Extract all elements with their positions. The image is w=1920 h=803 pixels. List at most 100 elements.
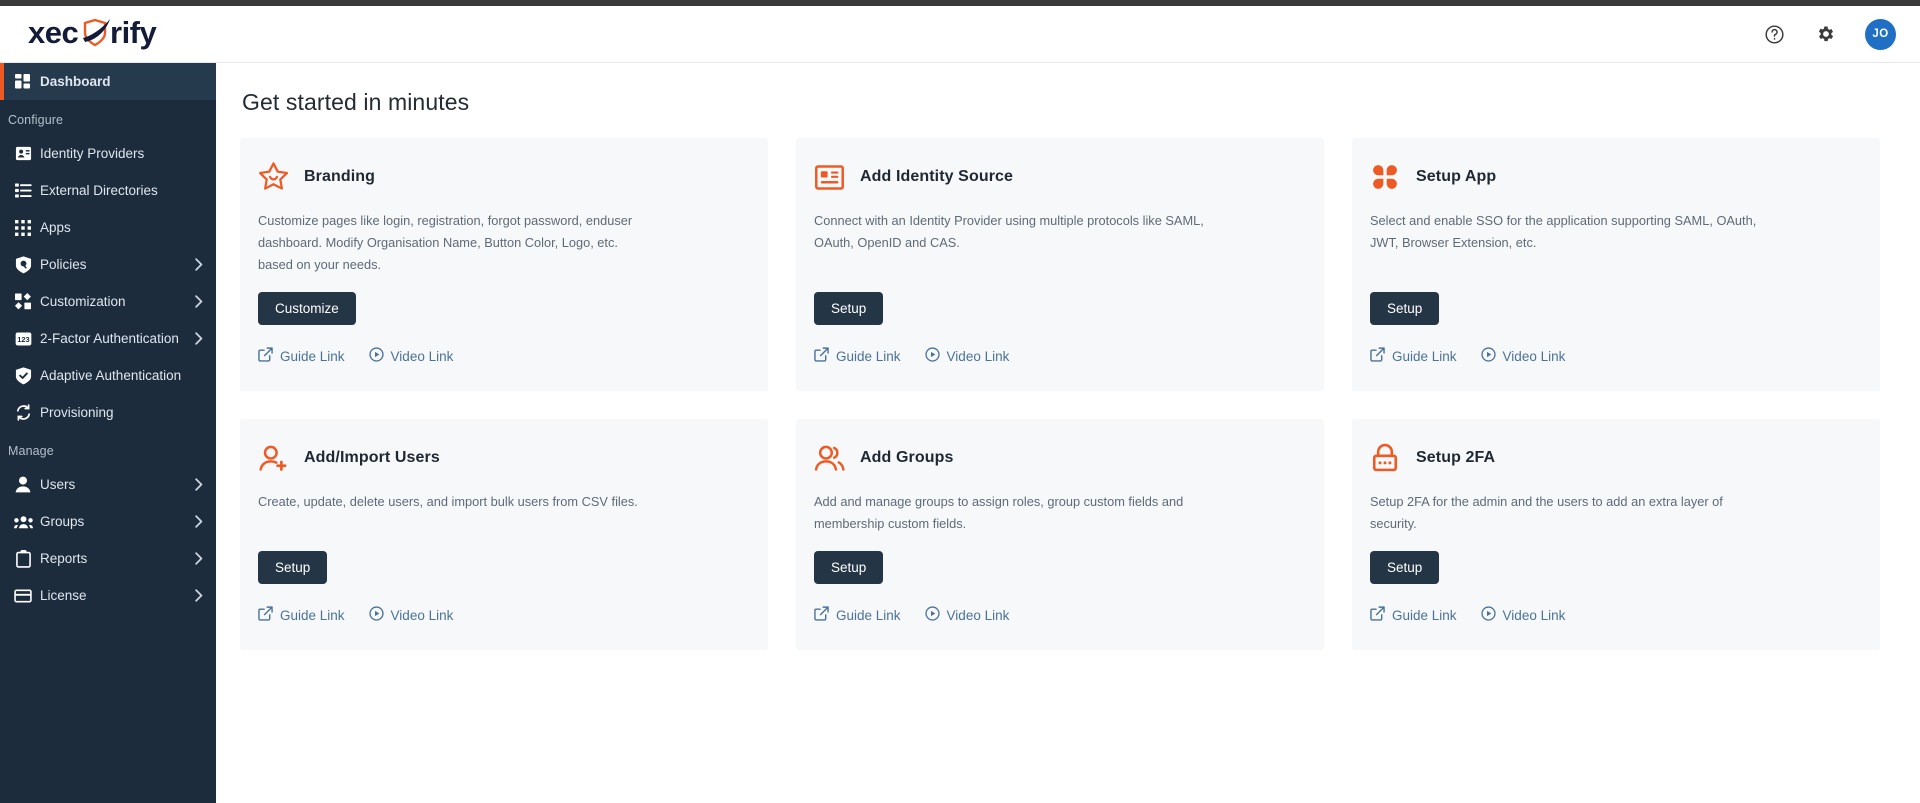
chevron-right-icon bbox=[192, 589, 206, 602]
guide-link[interactable]: Guide Link bbox=[814, 347, 901, 365]
sidebar-item-external-directories[interactable]: External Directories bbox=[0, 172, 216, 209]
shield-check-icon bbox=[6, 366, 40, 385]
sync-icon bbox=[6, 404, 40, 421]
play-circle-icon bbox=[1480, 606, 1496, 624]
sidebar-item-label: External Directories bbox=[40, 183, 158, 198]
guide-link[interactable]: Guide Link bbox=[258, 347, 345, 365]
avatar[interactable]: JO bbox=[1865, 18, 1896, 50]
setup-button[interactable]: Setup bbox=[814, 292, 884, 325]
user-icon bbox=[6, 476, 40, 493]
sidebar-section-manage: Manage bbox=[8, 444, 54, 458]
customize-button[interactable]: Customize bbox=[258, 292, 356, 325]
sidebar-item-reports[interactable]: Reports bbox=[0, 540, 216, 577]
video-link[interactable]: Video Link bbox=[1480, 347, 1565, 365]
card-setup-2fa: Setup 2FA Setup 2FA for the admin and th… bbox=[1352, 419, 1880, 650]
chevron-right-icon bbox=[192, 332, 206, 345]
card-header: Branding bbox=[254, 160, 750, 194]
chevron-right-icon bbox=[192, 478, 206, 491]
sidebar-item-identity-providers[interactable]: Identity Providers bbox=[0, 135, 216, 172]
card-branding: Branding Customize pages like login, reg… bbox=[240, 138, 768, 391]
sidebar-item-2-factor-authentication[interactable]: 123 2-Factor Authentication bbox=[0, 320, 216, 357]
gear-icon[interactable] bbox=[1813, 21, 1839, 47]
top-header: xec rify JO bbox=[0, 6, 1920, 63]
sidebar: Dashboard Configure Identity Providers E… bbox=[0, 63, 216, 803]
setup-button[interactable]: Setup bbox=[1370, 292, 1440, 325]
sidebar-item-license[interactable]: License bbox=[0, 577, 216, 614]
card-header: Add Groups bbox=[810, 441, 1306, 475]
card-header: Setup App bbox=[1366, 160, 1862, 194]
xecurify-logo[interactable]: xec rify bbox=[28, 14, 203, 54]
guide-link-label: Guide Link bbox=[1392, 348, 1457, 364]
sidebar-item-apps[interactable]: Apps bbox=[0, 209, 216, 246]
sidebar-item-label: Provisioning bbox=[40, 405, 114, 420]
card-actions: Setup Guide Link Video Link bbox=[254, 551, 750, 624]
sidebar-item-dashboard[interactable]: Dashboard bbox=[0, 63, 216, 100]
card-add-import-users: Add/Import Users Create, update, delete … bbox=[240, 419, 768, 650]
numeric-123-icon: 123 bbox=[6, 332, 40, 346]
svg-text:xec: xec bbox=[28, 15, 78, 50]
guide-link-label: Guide Link bbox=[280, 348, 345, 364]
card-links: Guide Link Video Link bbox=[810, 606, 1306, 624]
guide-link-label: Guide Link bbox=[1392, 607, 1457, 623]
card-header: Setup 2FA bbox=[1366, 441, 1862, 475]
sidebar-item-users[interactable]: Users bbox=[0, 466, 216, 503]
video-link[interactable]: Video Link bbox=[368, 347, 454, 365]
play-circle-icon bbox=[924, 347, 940, 365]
sidebar-item-label: Reports bbox=[40, 551, 88, 566]
card-header: Add/Import Users bbox=[254, 441, 750, 475]
card-description: Setup 2FA for the admin and the users to… bbox=[1370, 494, 1723, 531]
card-links: Guide Link Video Link bbox=[1366, 606, 1862, 624]
svg-text:rify: rify bbox=[110, 15, 158, 50]
sidebar-item-label: Policies bbox=[40, 257, 87, 272]
chevron-right-icon bbox=[192, 258, 206, 271]
help-circle-icon[interactable] bbox=[1761, 21, 1787, 47]
video-link-label: Video Link bbox=[1502, 607, 1566, 623]
body-wrapper: Dashboard Configure Identity Providers E… bbox=[0, 63, 1920, 803]
page-title: Get started in minutes bbox=[242, 89, 470, 115]
external-link-icon bbox=[814, 347, 829, 365]
external-link-icon bbox=[258, 606, 273, 624]
setup-button[interactable]: Setup bbox=[1370, 551, 1440, 584]
card-links: Guide Link Video Link bbox=[810, 347, 1306, 365]
main-content: Get started in minutes Branding Customiz… bbox=[216, 63, 1920, 803]
card-add-identity-source: Add Identity Source Connect with an Iden… bbox=[796, 138, 1324, 391]
external-link-icon bbox=[258, 347, 273, 365]
chevron-right-icon bbox=[192, 552, 206, 565]
video-link[interactable]: Video Link bbox=[1480, 606, 1566, 624]
card-title: Add Groups bbox=[860, 449, 954, 466]
sidebar-item-policies[interactable]: Policies bbox=[0, 246, 216, 283]
grid-dots-icon bbox=[6, 219, 40, 236]
video-link[interactable]: Video Link bbox=[924, 347, 1010, 365]
sidebar-item-label: Identity Providers bbox=[40, 146, 145, 161]
shield-search-icon bbox=[6, 255, 40, 274]
app-root: xec rify JO Dashboard Configure Identity… bbox=[0, 6, 1920, 803]
clipboard-icon bbox=[6, 549, 40, 568]
dashboard-icon bbox=[6, 73, 40, 90]
card-description: Create, update, delete users, and import… bbox=[258, 494, 638, 509]
id-badge-icon bbox=[6, 145, 40, 162]
video-link[interactable]: Video Link bbox=[924, 606, 1009, 624]
sidebar-item-provisioning[interactable]: Provisioning bbox=[0, 394, 216, 431]
setup-button[interactable]: Setup bbox=[258, 551, 328, 584]
video-link-label: Video Link bbox=[946, 348, 1010, 364]
guide-link[interactable]: Guide Link bbox=[814, 606, 901, 624]
video-link[interactable]: Video Link bbox=[368, 606, 453, 624]
play-circle-icon bbox=[1480, 347, 1496, 365]
sidebar-item-customization[interactable]: Customization bbox=[0, 283, 216, 320]
video-link-label: Video Link bbox=[390, 348, 454, 364]
card-description: Connect with an Identity Provider using … bbox=[814, 213, 1204, 250]
lock-dots-icon bbox=[1368, 441, 1402, 475]
chevron-right-icon bbox=[192, 515, 206, 528]
play-circle-icon bbox=[368, 347, 384, 365]
guide-link[interactable]: Guide Link bbox=[1370, 347, 1457, 365]
play-circle-icon bbox=[368, 606, 384, 624]
guide-link[interactable]: Guide Link bbox=[1370, 606, 1457, 624]
guide-link[interactable]: Guide Link bbox=[258, 606, 345, 624]
sidebar-item-groups[interactable]: Groups bbox=[0, 503, 216, 540]
sidebar-item-adaptive-authentication[interactable]: Adaptive Authentication bbox=[0, 357, 216, 394]
card-title: Setup 2FA bbox=[1416, 449, 1496, 466]
external-link-icon bbox=[1370, 606, 1385, 624]
setup-button[interactable]: Setup bbox=[814, 551, 884, 584]
card-setup-app: Setup App Select and enable SSO for the … bbox=[1352, 138, 1880, 391]
get-started-card-grid: Branding Customize pages like login, reg… bbox=[240, 138, 1880, 650]
